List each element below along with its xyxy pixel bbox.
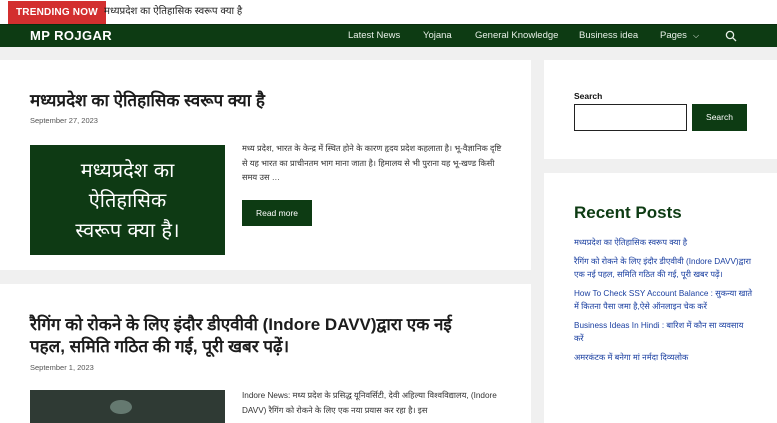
recent-posts-list: मध्यप्रदेश का ऐतिहासिक स्वरूप क्या है रै…	[574, 236, 754, 370]
search-input[interactable]	[574, 104, 687, 131]
post-title-link[interactable]: मध्यप्रदेश का ऐतिहासिक स्वरूप क्या है	[30, 90, 265, 112]
post-date: September 27, 2023	[30, 116, 98, 125]
post-excerpt: मध्य प्रदेश, भारत के केन्द्र में स्थित ह…	[242, 144, 502, 182]
thumbnail-line: ऐतिहासिक	[88, 188, 167, 212]
trending-headline-link[interactable]: मध्यप्रदेश का ऐतिहासिक स्वरूप क्या है	[104, 0, 242, 24]
sidebar-recent-posts: Recent Posts मध्यप्रदेश का ऐतिहासिक स्वर…	[544, 173, 777, 423]
thumbnail-image	[110, 400, 132, 414]
recent-posts-heading: Recent Posts	[574, 203, 682, 222]
post-thumbnail[interactable]	[30, 390, 225, 423]
recent-post-link[interactable]: रैगिंग को रोकने के लिए इंदौर डीएवीवी (In…	[574, 257, 751, 279]
trending-bar: TRENDING NOW मध्यप्रदेश का ऐतिहासिक स्वर…	[0, 0, 777, 24]
main-navigation: MP ROJGAR Latest News Yojana General Kno…	[0, 24, 777, 47]
thumbnail-line: स्वरूप क्या है।	[75, 218, 180, 242]
post-date: September 1, 2023	[30, 363, 94, 372]
chevron-down-icon: ⌵	[692, 31, 700, 40]
post-card: मध्यप्रदेश का ऐतिहासिक स्वरूप क्या है Se…	[0, 60, 531, 270]
thumbnail-line: मध्यप्रदेश का	[80, 158, 175, 182]
post-card: रैगिंग को रोकने के लिए इंदौर डीएवीवी (In…	[0, 284, 531, 423]
nav-latest-news[interactable]: Latest News	[348, 25, 400, 47]
trending-badge: TRENDING NOW	[8, 1, 106, 24]
post-title-link[interactable]: रैगिंग को रोकने के लिए इंदौर डीएवीवी (In…	[30, 314, 452, 359]
sidebar-search-widget: Search Search	[544, 60, 777, 159]
search-icon[interactable]	[725, 30, 737, 42]
search-label: Search	[574, 91, 603, 101]
nav-pages-label: Pages	[660, 30, 687, 41]
post-title-line: रैगिंग को रोकने के लिए इंदौर डीएवीवी (In…	[30, 315, 452, 334]
nav-business-idea[interactable]: Business idea	[579, 25, 638, 47]
nav-general-knowledge[interactable]: General Knowledge	[475, 25, 558, 47]
nav-yojana[interactable]: Yojana	[423, 25, 452, 47]
post-title-line: पहल, समिति गठित की गई, पूरी खबर पढ़ें।	[30, 337, 290, 357]
recent-post-link[interactable]: अमरकंटक में बनेगा मां नर्मदा दिव्यलोक	[574, 353, 688, 362]
recent-post-link[interactable]: मध्यप्रदेश का ऐतिहासिक स्वरूप क्या है	[574, 238, 687, 247]
nav-pages[interactable]: Pages ⌵	[660, 25, 699, 47]
read-more-button[interactable]: Read more	[242, 200, 312, 226]
recent-post-link[interactable]: Business Ideas In Hindi : बारिश में कौन …	[574, 321, 743, 343]
recent-post-link[interactable]: How To Check SSY Account Balance : सुकन्…	[574, 289, 752, 311]
post-excerpt: Indore News: मध्य प्रदेश के प्रसिद्ध यून…	[242, 391, 497, 415]
post-thumbnail[interactable]: मध्यप्रदेश का ऐतिहासिक स्वरूप क्या है।	[30, 145, 225, 255]
search-button[interactable]: Search	[692, 104, 747, 131]
site-logo[interactable]: MP ROJGAR	[30, 25, 112, 47]
